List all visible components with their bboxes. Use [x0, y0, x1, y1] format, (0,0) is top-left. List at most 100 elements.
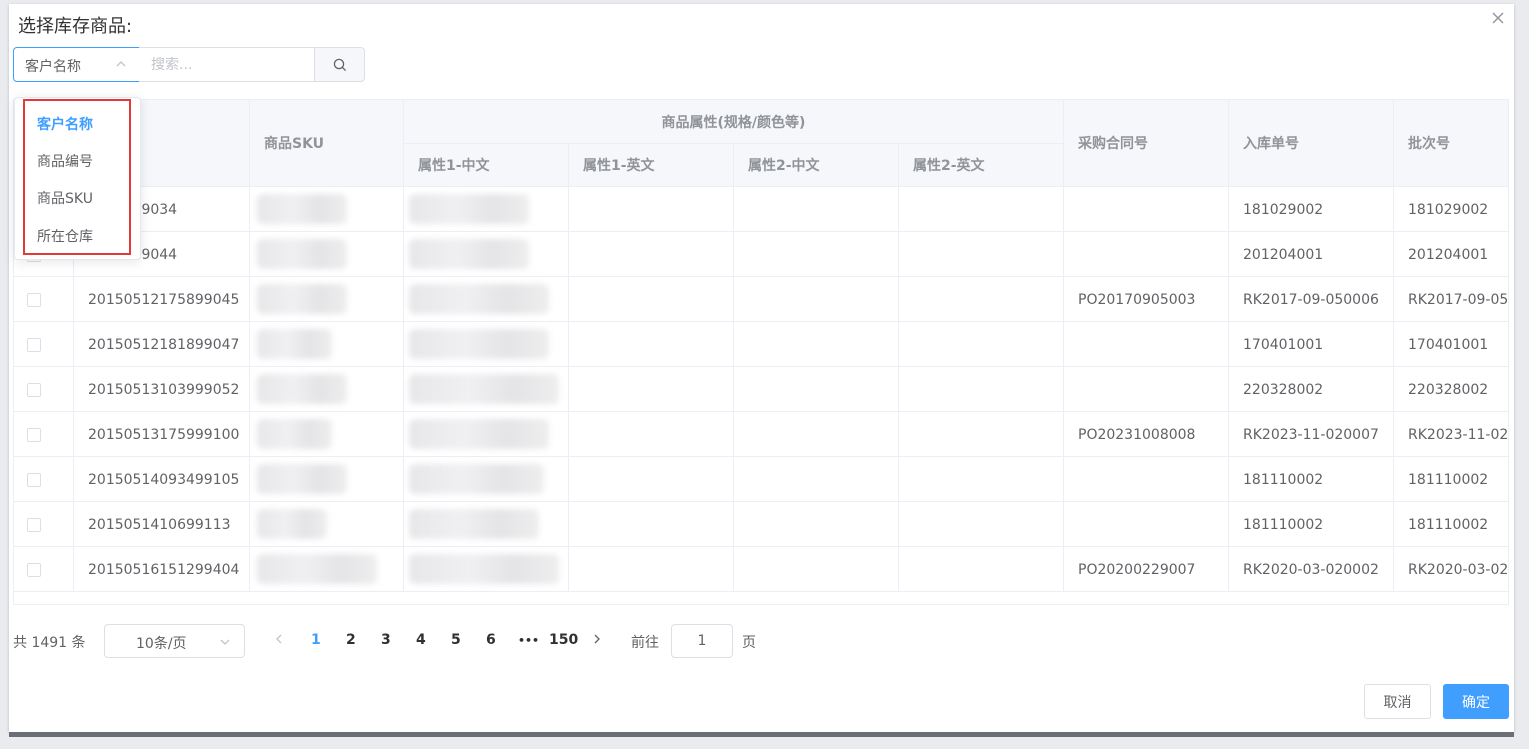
- page-size-select[interactable]: 10条/页: [104, 624, 245, 658]
- cell-attr: [569, 322, 734, 367]
- table-row[interactable]: 2015051410699113 181110002 181110002: [14, 502, 1508, 547]
- cell-attr: [899, 412, 1064, 457]
- chevron-right-icon[interactable]: [591, 632, 603, 646]
- redacted-attr: [409, 464, 544, 494]
- search-input[interactable]: [139, 47, 315, 82]
- cell-product-no: 20150512181899047: [74, 322, 250, 367]
- header-batch: 批次号: [1394, 100, 1508, 187]
- page-ellipsis[interactable]: •••: [518, 634, 539, 647]
- page-bottom-bar: [9, 732, 1514, 737]
- header-sku: 商品SKU: [250, 100, 404, 187]
- table-row[interactable]: 20150512175899045 PO20170905003 RK2017-09-…: [14, 277, 1508, 322]
- cell-attr: [569, 412, 734, 457]
- confirm-button[interactable]: 确定: [1443, 684, 1509, 719]
- row-checkbox[interactable]: [27, 472, 41, 487]
- row-checkbox[interactable]: [27, 517, 41, 532]
- cell-contract: [1064, 502, 1229, 547]
- goto-page-input[interactable]: [671, 624, 733, 658]
- table-row[interactable]: 20150512181899047 170401001 170401001: [14, 322, 1508, 367]
- page-size-value: 10条/页: [136, 636, 187, 652]
- table-row[interactable]: 2175599044201204001201204001: [14, 232, 1508, 277]
- cell-inbound: 201204001: [1229, 232, 1394, 277]
- row-checkbox[interactable]: [27, 337, 41, 352]
- table-row[interactable]: 20150513103999052 220328002 220328002: [14, 367, 1508, 412]
- chevron-down-icon: [220, 639, 230, 645]
- table-row[interactable]: 2165099034181029002181029002: [14, 187, 1508, 232]
- row-checkbox-cell: [14, 322, 74, 367]
- chevron-left-icon[interactable]: [273, 632, 285, 646]
- cell-attr: [734, 502, 899, 547]
- row-checkbox[interactable]: [27, 562, 41, 577]
- pagination-total: 共 1491 条: [13, 635, 86, 651]
- cell-attr: [569, 187, 734, 232]
- header-contract: 采购合同号: [1064, 100, 1229, 187]
- cell-attr: [569, 502, 734, 547]
- row-checkbox-cell: [14, 367, 74, 412]
- redacted-sku: [257, 329, 332, 359]
- page-number-5[interactable]: 5: [451, 632, 461, 648]
- row-checkbox[interactable]: [27, 292, 41, 307]
- cell-inbound: 170401001: [1229, 322, 1394, 367]
- cell-product-no: 2015051410699113: [74, 502, 250, 547]
- table-row[interactable]: 20150514093499105 181110002 181110002: [14, 457, 1508, 502]
- cell-attr: [569, 232, 734, 277]
- cell-product-no: 20150513103999052: [74, 367, 250, 412]
- page-number-1[interactable]: 1: [311, 632, 321, 648]
- cell-batch: 181110002: [1394, 502, 1508, 547]
- redacted-sku: [257, 554, 377, 584]
- stock-table: 号 商品SKU 商品属性(规格/颜色等) 属性1-中文 属性1-英文 属性2-中…: [13, 99, 1509, 605]
- cell-contract: PO20200229007: [1064, 547, 1229, 592]
- row-checkbox-cell: [14, 502, 74, 547]
- page-number-3[interactable]: 3: [381, 632, 391, 648]
- dropdown-option-customer-name[interactable]: 客户名称: [37, 114, 93, 134]
- search-field-select[interactable]: 客户名称: [13, 47, 140, 82]
- cell-attr: [734, 232, 899, 277]
- dropdown-option-warehouse[interactable]: 所在仓库: [37, 226, 93, 246]
- redacted-attr: [409, 554, 559, 584]
- redacted-attr: [409, 329, 549, 359]
- dropdown-option-product-no[interactable]: 商品编号: [37, 151, 93, 171]
- table-row[interactable]: 20150513175999100LPO20231008008RK2023-11…: [14, 412, 1508, 457]
- page-number-last[interactable]: 150: [549, 632, 578, 648]
- select-stock-dialog: 选择库存商品: 客户名称 号 商品SKU 商品属性(规格/颜色等) 属性1-中文…: [9, 4, 1514, 732]
- search-button[interactable]: [314, 47, 365, 82]
- header-attr2-cn: 属性2-中文: [734, 144, 899, 187]
- cancel-button[interactable]: 取消: [1364, 684, 1431, 719]
- cell-attr: [734, 412, 899, 457]
- cell-attr: [569, 457, 734, 502]
- page-number-6[interactable]: 6: [486, 632, 496, 648]
- cell-batch: RK2020-03-020002: [1394, 547, 1508, 592]
- page-number-4[interactable]: 4: [416, 632, 426, 648]
- cell-product-no: 20150514093499105: [74, 457, 250, 502]
- cell-contract: PO20170905003: [1064, 277, 1229, 322]
- cell-attr: [734, 547, 899, 592]
- cell-attr: [734, 457, 899, 502]
- row-checkbox[interactable]: [27, 382, 41, 397]
- redacted-sku: [257, 464, 347, 494]
- cell-batch: RK2023-11-020007: [1394, 412, 1508, 457]
- close-icon[interactable]: [1490, 10, 1506, 26]
- cell-attr: [899, 367, 1064, 412]
- redacted-attr: [409, 374, 559, 404]
- cell-product-no: 20150512175899045: [74, 277, 250, 322]
- redacted-sku: [257, 194, 347, 224]
- page-number-2[interactable]: 2: [346, 632, 356, 648]
- cell-contract: [1064, 232, 1229, 277]
- cell-contract: [1064, 187, 1229, 232]
- row-checkbox-cell: [14, 277, 74, 322]
- cell-inbound: RK2020-03-020002: [1229, 547, 1394, 592]
- cell-inbound: 220328002: [1229, 367, 1394, 412]
- cell-product-no: 20150513175999100: [74, 412, 250, 457]
- redacted-attr: [409, 284, 549, 314]
- redacted-attr: [409, 194, 529, 224]
- header-attr-group: 商品属性(规格/颜色等): [404, 100, 1064, 144]
- row-checkbox[interactable]: [27, 427, 41, 442]
- table-row[interactable]: 20150516151299404 PO20200229007 RK2020-03-…: [14, 547, 1508, 592]
- redacted-sku: [257, 239, 347, 269]
- header-inbound: 入库单号: [1229, 100, 1394, 187]
- goto-label: 前往: [631, 635, 659, 651]
- chevron-up-icon: [116, 61, 126, 67]
- cell-inbound: RK2017-09-050006: [1229, 277, 1394, 322]
- dropdown-option-product-sku[interactable]: 商品SKU: [37, 188, 93, 208]
- cell-attr: [734, 367, 899, 412]
